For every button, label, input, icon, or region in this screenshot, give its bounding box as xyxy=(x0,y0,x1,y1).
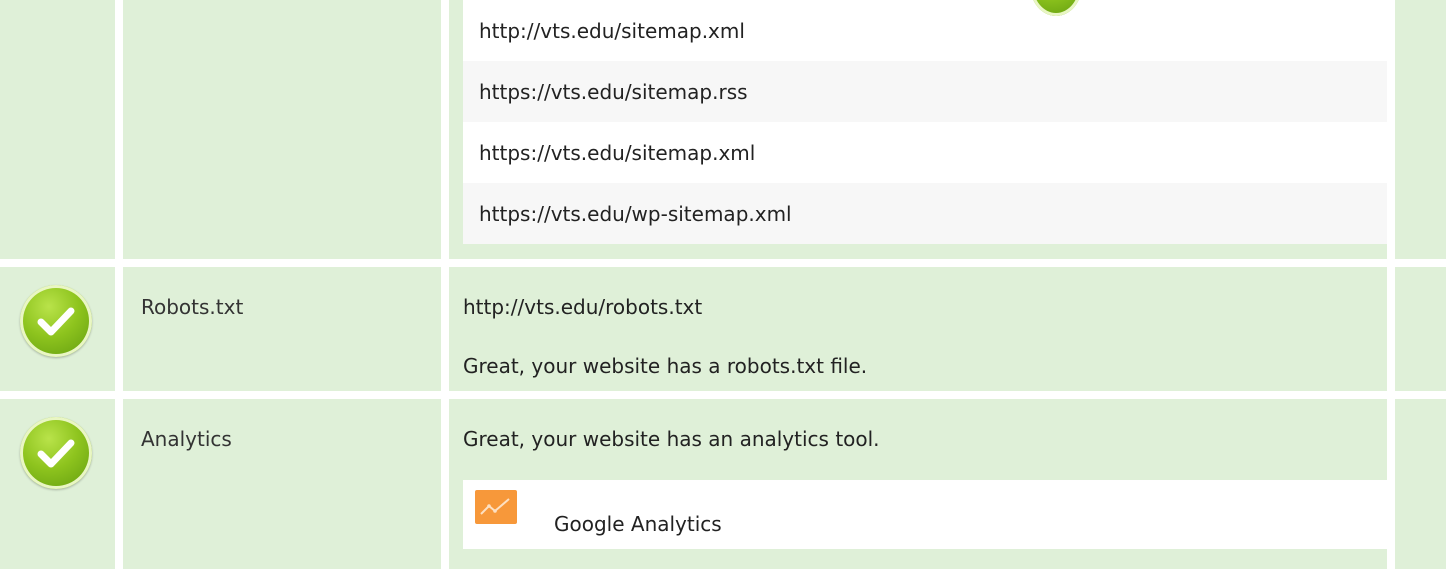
analytics-label: Analytics xyxy=(141,427,232,451)
sitemap-item: http://vts.edu/sitemap.xml xyxy=(463,0,1387,61)
analytics-content-cell: Great, your website has an analytics too… xyxy=(449,399,1397,569)
robots-label-cell: Robots.txt xyxy=(123,267,441,391)
robots-content-cell: http://vts.edu/robots.txt Great, your we… xyxy=(449,267,1387,391)
sitemap-icon-cell xyxy=(0,0,115,259)
robots-status-cell xyxy=(0,267,115,391)
sitemap-list: http://vts.edu/sitemap.xml https://vts.e… xyxy=(463,0,1387,244)
analytics-row: Analytics Great, your website has an ana… xyxy=(0,399,1446,569)
analytics-right-cell xyxy=(1395,399,1446,569)
robots-label: Robots.txt xyxy=(141,295,244,319)
robots-row: Robots.txt http://vts.edu/robots.txt Gre… xyxy=(0,267,1446,391)
sitemap-item: https://vts.edu/sitemap.xml xyxy=(463,122,1387,183)
robots-message: Great, your website has a robots.txt fil… xyxy=(463,354,868,378)
sitemap-item: https://vts.edu/wp-sitemap.xml xyxy=(463,183,1387,244)
sitemap-row: http://vts.edu/sitemap.xml https://vts.e… xyxy=(0,0,1446,259)
sitemap-content-cell: http://vts.edu/sitemap.xml https://vts.e… xyxy=(449,0,1387,259)
analytics-tool-item: Google Analytics xyxy=(463,480,1397,549)
robots-url: http://vts.edu/robots.txt xyxy=(463,295,703,319)
analytics-message: Great, your website has an analytics too… xyxy=(463,427,880,451)
sitemap-right-cell xyxy=(1395,0,1446,259)
check-circle-icon xyxy=(20,417,92,489)
robots-right-cell xyxy=(1395,267,1446,391)
sitemap-label-cell xyxy=(123,0,441,259)
sitemap-item: https://vts.edu/sitemap.rss xyxy=(463,61,1387,122)
google-analytics-icon xyxy=(475,490,517,524)
analytics-status-cell xyxy=(0,399,115,569)
seo-results-table: http://vts.edu/sitemap.xml https://vts.e… xyxy=(0,0,1446,569)
analytics-label-cell: Analytics xyxy=(123,399,441,569)
analytics-tool-name: Google Analytics xyxy=(554,512,722,536)
check-circle-icon xyxy=(20,285,92,357)
